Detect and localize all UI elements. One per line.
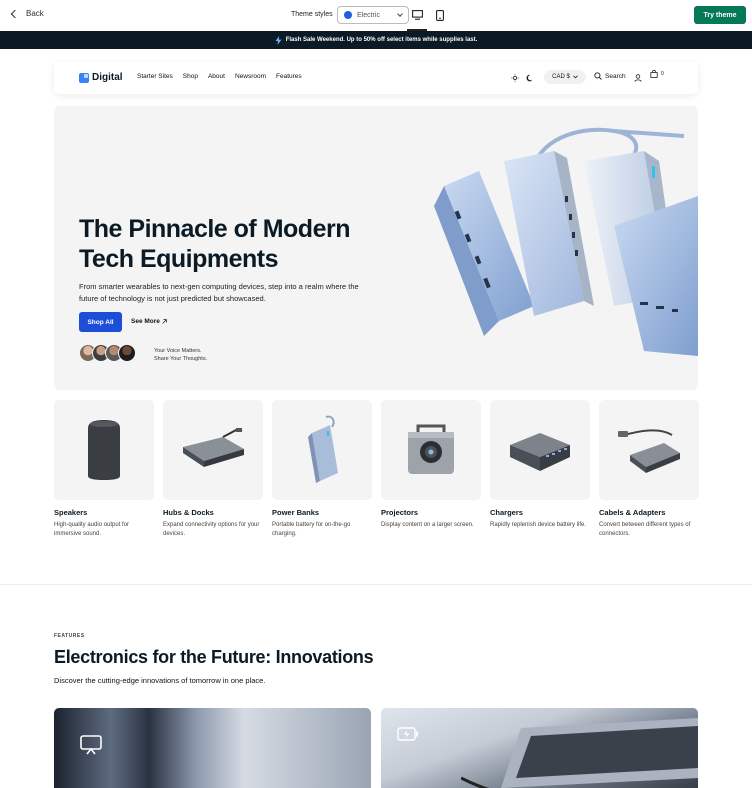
laptop-image xyxy=(461,718,698,788)
style-color-swatch xyxy=(344,11,352,19)
announcement-bar: Flash Sale Weekend. Up to 50% off select… xyxy=(0,31,752,49)
dark-mode-button[interactable] xyxy=(522,70,538,86)
category-image[interactable] xyxy=(163,400,263,500)
theme-styles-label: Theme styles xyxy=(291,11,333,18)
category-card-speakers[interactable]: Speakers High-quality audio output for i… xyxy=(54,400,154,539)
category-name[interactable]: Projectors xyxy=(381,508,481,517)
features-eyebrow: FEATURES xyxy=(54,633,85,639)
theme-style-select[interactable]: Electric xyxy=(337,6,409,24)
lightning-icon xyxy=(275,35,282,45)
nav-item-features[interactable]: Features xyxy=(276,73,302,80)
currency-selector[interactable]: CAD $ xyxy=(544,70,586,84)
category-description: Expand connectivity options for your dev… xyxy=(163,522,260,537)
theme-preview-bar: Back Theme styles Electric Try theme xyxy=(0,0,752,31)
shopping-bag-icon xyxy=(650,70,658,78)
section-divider xyxy=(0,584,752,585)
category-name[interactable]: Cabels & Adapters xyxy=(599,508,699,517)
category-image[interactable] xyxy=(381,400,481,500)
currency-value: CAD $ xyxy=(552,74,570,80)
category-image[interactable] xyxy=(599,400,699,500)
speaker-image xyxy=(88,420,120,480)
features-subtitle: Discover the cutting-edge innovations of… xyxy=(54,676,266,685)
see-more-link[interactable]: See More xyxy=(131,318,167,325)
shop-all-button[interactable]: Shop All xyxy=(79,312,122,332)
category-description: Display content on a larger screen. xyxy=(381,522,474,528)
nav-item-shop[interactable]: Shop xyxy=(183,73,198,80)
hero-section: The Pinnacle of Modern Tech Equipments F… xyxy=(54,106,698,390)
try-theme-button[interactable]: Try theme xyxy=(694,6,746,24)
category-name[interactable]: Power Banks xyxy=(272,508,372,517)
light-mode-button[interactable] xyxy=(507,70,523,86)
hero-title-line1: The Pinnacle of Modern xyxy=(79,215,350,243)
logo-mark-icon xyxy=(79,72,89,83)
hero-product-image xyxy=(434,127,698,356)
logo-text: Digital xyxy=(92,72,123,83)
announcement-text: Flash Sale Weekend. Up to 50% off select… xyxy=(285,37,478,43)
category-card-chargers[interactable]: Chargers Rapidly replenish device batter… xyxy=(490,400,590,530)
back-button[interactable]: Back xyxy=(10,9,44,19)
category-name[interactable]: Hubs & Docks xyxy=(163,508,263,517)
nav-item-starter-sites[interactable]: Starter Sites xyxy=(137,73,173,80)
account-button[interactable] xyxy=(630,70,646,86)
desktop-view-button[interactable] xyxy=(409,7,425,23)
category-card-power-banks[interactable]: Power Banks Portable battery for on-the-… xyxy=(272,400,372,539)
see-more-label: See More xyxy=(131,318,160,325)
search-icon xyxy=(594,72,602,80)
category-description: Portable battery for on-the-go charging. xyxy=(272,522,351,537)
category-description: Convert between different types of conne… xyxy=(599,522,691,537)
category-name[interactable]: Chargers xyxy=(490,508,590,517)
category-name[interactable]: Speakers xyxy=(54,508,154,517)
power-bank-image xyxy=(308,415,338,483)
charger-image xyxy=(510,433,570,471)
display-icon xyxy=(80,735,102,755)
main-nav: Starter Sites Shop About Newsroom Featur… xyxy=(137,73,302,80)
mobile-view-button[interactable] xyxy=(432,7,448,23)
nav-item-newsroom[interactable]: Newsroom xyxy=(235,73,266,80)
store-logo[interactable]: Digital xyxy=(79,72,123,83)
category-card-projectors[interactable]: Projectors Display content on a larger s… xyxy=(381,400,481,530)
projector-image xyxy=(408,424,454,474)
avatar xyxy=(118,344,136,362)
sun-icon xyxy=(511,74,519,82)
category-image[interactable] xyxy=(490,400,590,500)
nav-item-about[interactable]: About xyxy=(208,73,225,80)
category-card-cables-adapters[interactable]: Cabels & Adapters Convert between differ… xyxy=(599,400,699,539)
mobile-icon xyxy=(436,9,444,21)
search-label: Search xyxy=(605,72,626,80)
chevron-down-icon xyxy=(397,11,403,17)
category-image[interactable] xyxy=(272,400,372,500)
voice-line1: Your Voice Matters. xyxy=(154,348,202,354)
cart-count: 0 xyxy=(661,71,664,77)
category-description: High-quality audio output for immersive … xyxy=(54,522,130,537)
chevron-left-icon xyxy=(10,9,20,19)
voice-line2: Share Your Thoughts. xyxy=(154,356,208,362)
user-icon xyxy=(634,74,642,82)
arrow-up-right-icon xyxy=(162,319,167,324)
store-header: Digital Starter Sites Shop About Newsroo… xyxy=(54,62,698,94)
moon-icon xyxy=(526,74,532,82)
chevron-down-icon xyxy=(573,75,578,79)
feature-card-battery[interactable] xyxy=(381,708,698,788)
category-description: Rapidly replenish device battery life. xyxy=(490,522,587,528)
customer-avatars xyxy=(79,344,136,362)
category-card-hubs-docks[interactable]: Hubs & Docks Expand connectivity options… xyxy=(163,400,263,539)
hero-title-line2: Tech Equipments xyxy=(79,245,279,273)
features-title: Electronics for the Future: Innovations xyxy=(54,647,374,667)
search-button[interactable]: Search xyxy=(594,72,626,80)
hero-subtitle: From smarter wearables to next-gen compu… xyxy=(79,282,359,303)
theme-style-value: Electric xyxy=(357,11,380,19)
adapter-image xyxy=(618,429,680,473)
hero-title: The Pinnacle of Modern Tech Equipments xyxy=(79,214,379,274)
hub-image xyxy=(183,427,244,467)
back-label: Back xyxy=(26,9,44,18)
cart-button[interactable]: 0 xyxy=(650,70,664,78)
battery-charging-icon xyxy=(397,727,418,741)
feedback-text: Your Voice Matters. Share Your Thoughts. xyxy=(154,347,207,363)
desktop-icon xyxy=(411,10,423,20)
category-image[interactable] xyxy=(54,400,154,500)
feature-card-display[interactable] xyxy=(54,708,371,788)
